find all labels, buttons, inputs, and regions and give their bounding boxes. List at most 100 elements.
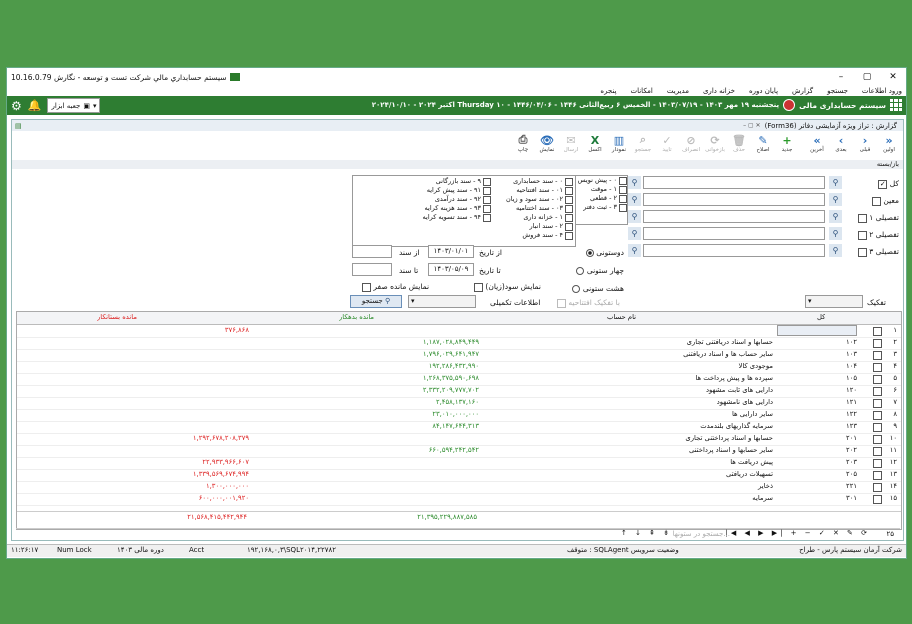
row-checkbox[interactable] <box>873 387 882 396</box>
row-checkbox[interactable] <box>873 399 882 408</box>
list-item-checkbox[interactable] <box>565 213 573 222</box>
list-item[interactable]: ۹ - سند بازرگانی <box>423 177 491 186</box>
menu-item[interactable]: پایان دوره <box>749 87 778 95</box>
toolbar-button[interactable]: «اولین <box>877 132 901 158</box>
table-row[interactable]: ۳ ۱۰۳ سایر حساب ها و اسناد دریافتنی ۱,۷۹۶,۰… <box>17 349 901 362</box>
status-list[interactable]: ۰ - پیش نویس ۱ - موقت ۲ - قطعی ۳ - ثبت دفتر <box>574 175 628 225</box>
row-checkbox[interactable] <box>873 471 882 480</box>
list-item[interactable]: ۳ - ثبت دفتر <box>575 203 627 212</box>
binoculars-icon[interactable]: ⚲ <box>628 193 641 206</box>
list-item-checkbox[interactable] <box>565 231 573 240</box>
list-item[interactable]: ۹۲ - سند درآمدی <box>423 195 491 204</box>
table-row[interactable]: ۱۲ ۲۰۳ پیش دریافت ها ۲۲,۹۳۳,۹۶۶,۶۰۷ <box>17 457 901 470</box>
list-item-checkbox[interactable] <box>483 186 491 195</box>
header-kol[interactable]: کل <box>817 312 825 323</box>
maximize-icon[interactable]: ▢ <box>854 72 880 82</box>
collapse-bar[interactable]: باز/بسته <box>12 160 903 169</box>
row-checkbox[interactable] <box>873 483 882 492</box>
list-item-checkbox[interactable] <box>619 185 627 194</box>
show-zero-option[interactable]: نمایش مانده صفر <box>362 282 429 292</box>
binoculars-icon[interactable]: ⚲ <box>628 227 641 240</box>
binoculars-icon[interactable]: ⚲ <box>829 176 842 189</box>
toolbar-button[interactable]: ⊘ انصراف <box>679 132 703 158</box>
level-checkbox[interactable] <box>857 247 867 257</box>
menu-item[interactable]: امکانات <box>631 87 653 95</box>
columns-radio[interactable] <box>585 249 594 257</box>
table-row[interactable]: ۱۰ ۲۰۱ حسابها و اسناد پرداختنی تجاری ۱,۲۹۲,… <box>17 433 901 446</box>
menu-item[interactable]: پنجره <box>600 87 616 95</box>
list-item[interactable]: ۱ - خزانه داری <box>506 213 573 222</box>
split-opening-checkbox[interactable] <box>557 298 566 308</box>
menu-item[interactable]: خزانه داری <box>703 87 735 95</box>
list-item[interactable]: ۲ - سند انبار <box>506 222 573 231</box>
list-item-checkbox[interactable] <box>565 186 573 195</box>
binoculars-icon[interactable]: ⚲ <box>628 244 641 257</box>
menu-item[interactable]: ورود اطلاعات <box>862 87 902 95</box>
split-opening-option[interactable]: با تفکیک افتتاحیه <box>557 298 620 308</box>
binoculars-icon[interactable]: ⚲ <box>829 210 842 223</box>
toolbar-button[interactable]: 👁 نمایش <box>535 132 559 158</box>
toolbar-button[interactable]: 🗑 حذف <box>727 132 751 158</box>
list-item[interactable]: ۲ - قطعی <box>575 194 627 203</box>
binoculars-icon[interactable]: ⚲ <box>628 210 641 223</box>
grid-search-input[interactable]: جستجو در ستونها... <box>673 530 730 538</box>
columns-option[interactable]: چهار ستونی <box>572 266 624 275</box>
header-name[interactable]: نام حساب <box>607 312 636 323</box>
level-option[interactable]: کل <box>855 179 899 189</box>
row-checkbox[interactable] <box>873 459 882 468</box>
level-lookup-field[interactable] <box>643 176 825 189</box>
level-checkbox[interactable] <box>857 213 867 223</box>
list-item[interactable]: ۰ - پیش نویس <box>575 176 627 185</box>
table-row[interactable]: ۵ ۱۰۵ سپرده ها و پیش پرداخت ها ۱,۲۶۸,۳۷۵,۵۹… <box>17 373 901 386</box>
menu-item[interactable]: مدیریت <box>667 87 689 95</box>
level-lookup-field[interactable] <box>643 210 825 223</box>
list-item[interactable]: ۴ - سند فروش <box>506 231 573 240</box>
binoculars-icon[interactable]: ⚲ <box>829 244 842 257</box>
columns-radio[interactable] <box>576 267 585 275</box>
toolbar-button[interactable]: ⟳ بازخوانی <box>703 132 727 158</box>
row-checkbox[interactable] <box>873 351 882 360</box>
header-credit[interactable]: مانده بستانکار <box>97 312 137 323</box>
menu-item[interactable]: گزارش <box>792 87 813 95</box>
row-checkbox[interactable] <box>873 339 882 348</box>
list-item-checkbox[interactable] <box>565 204 573 213</box>
row-checkbox[interactable] <box>873 495 882 504</box>
list-item-checkbox[interactable] <box>483 177 491 186</box>
table-row[interactable]: ۱ ۳۷۶,۸۶۸ <box>17 325 901 338</box>
show-zero-checkbox[interactable] <box>362 282 371 292</box>
row-checkbox[interactable] <box>873 411 882 420</box>
row-checkbox[interactable] <box>873 423 882 432</box>
toolbar-button[interactable]: ‹ قبلی <box>853 132 877 158</box>
breakdown-select[interactable]: ▾ <box>805 295 863 308</box>
report-window-controls[interactable]: – ▢ ✕ <box>743 122 761 129</box>
list-item-checkbox[interactable] <box>565 222 573 231</box>
show-profit-checkbox[interactable] <box>474 282 483 292</box>
level-lookup-field[interactable] <box>643 227 825 240</box>
table-row[interactable]: ۱۵ ۳۰۱ سرمایه ۶۰۰,۰۰۰,۰۰۱,۹۲۰ <box>17 493 901 506</box>
list-item[interactable]: ۰۳ - سند اختتامیه <box>506 204 573 213</box>
row-checkbox[interactable] <box>873 363 882 372</box>
table-row[interactable]: ۱۱ ۲۰۲ سایر حسابها و اسناد پرداختنی ۶۶۰,۵۹۴… <box>17 445 901 458</box>
list-item[interactable]: ۰ - سند حسابداری <box>506 177 573 186</box>
minimize-icon[interactable]: – <box>828 72 854 82</box>
close-icon[interactable]: ✕ <box>880 72 906 82</box>
columns-option[interactable]: دوستونی <box>572 248 624 257</box>
list-item[interactable]: ۱ - موقت <box>575 185 627 194</box>
toolbar-button[interactable]: + جدید <box>775 132 799 158</box>
list-item[interactable]: ۹۴ - سند تسویه کرایه <box>423 213 491 222</box>
level-option[interactable]: تفصیلی ۳ <box>855 247 899 257</box>
level-option[interactable]: تفصیلی ۲ <box>855 230 899 240</box>
list-item[interactable]: ۹۱ - سند پیش کرایه <box>423 186 491 195</box>
list-item-checkbox[interactable] <box>619 203 627 212</box>
from-date-field[interactable]: ۱۴۰۳/۰۱/۰۱ <box>428 245 474 258</box>
toolbar-button[interactable]: ✎ اصلاح <box>751 132 775 158</box>
table-row[interactable]: ۴ ۱۰۴ موجودی کالا ۱۹۲,۲۸۶,۴۳۲,۹۹۰ <box>17 361 901 374</box>
header-debit[interactable]: مانده بدهکار <box>339 312 374 323</box>
extra-info-select[interactable]: ▾ <box>408 295 476 308</box>
row-checkbox[interactable] <box>873 447 882 456</box>
binoculars-icon[interactable]: ⚲ <box>829 227 842 240</box>
apps-grid-icon[interactable] <box>890 99 902 111</box>
list-item-checkbox[interactable] <box>565 195 573 204</box>
menu-item[interactable]: جستجو <box>827 87 848 95</box>
to-doc-field[interactable] <box>352 263 392 276</box>
